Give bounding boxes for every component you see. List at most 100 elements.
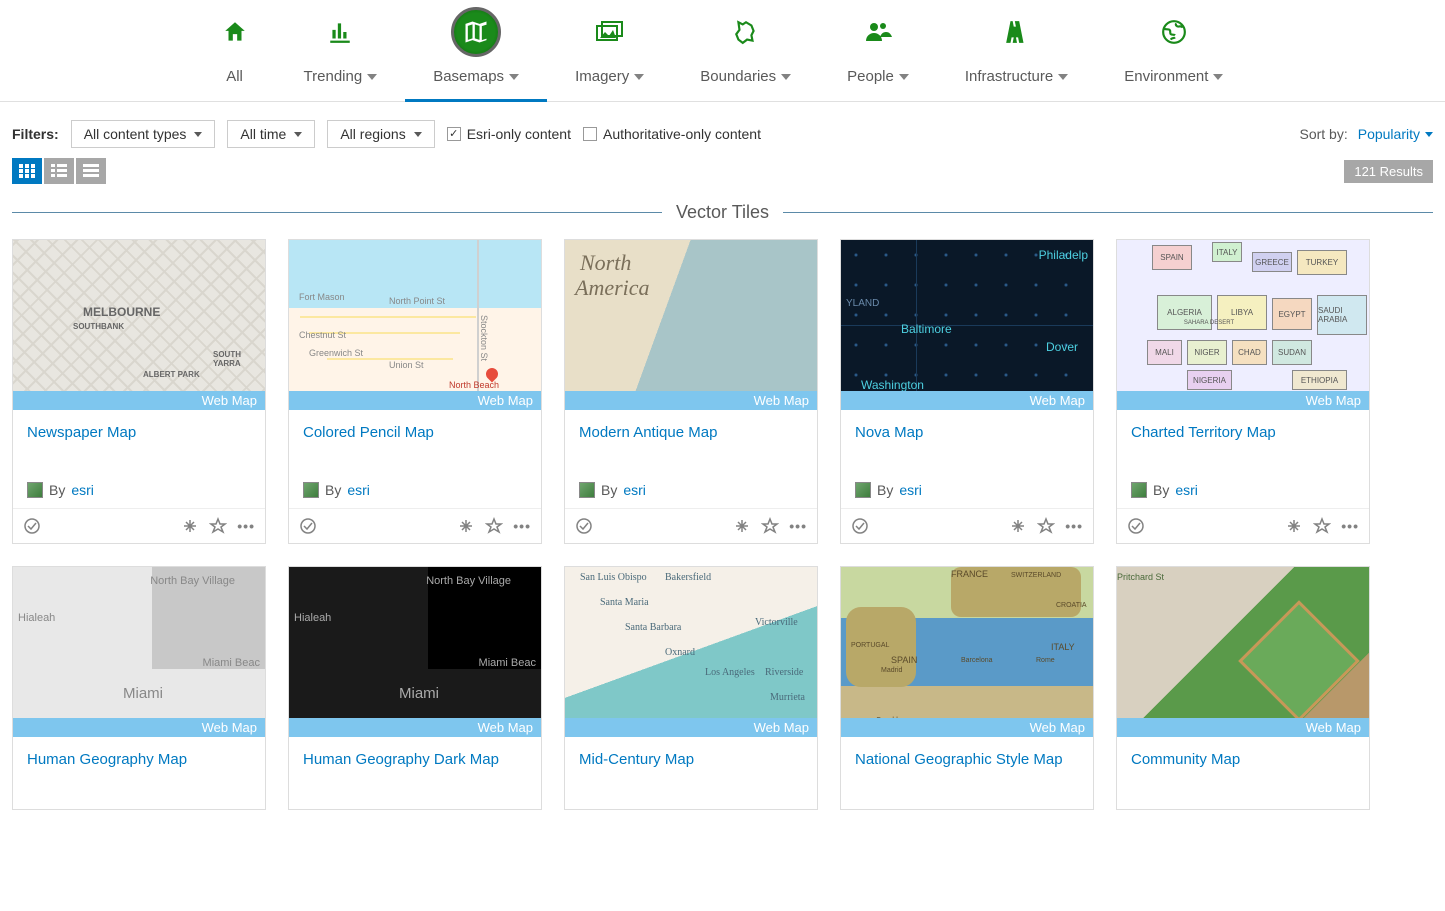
view-compact-button[interactable] [76,158,106,184]
card-title[interactable]: Nova Map [855,424,1079,441]
add-to-map-icon[interactable] [181,517,199,535]
card-thumbnail[interactable]: North Bay Village Hialeah Miami Beac Mia… [13,567,265,737]
card-thumbnail[interactable]: MELBOURNE SOUTHBANK SOUTH YARRA ALBERT P… [13,240,265,410]
checkbox-esri-only[interactable]: Esri-only content [447,126,571,142]
add-to-map-icon[interactable] [1285,517,1303,535]
view-toggle [12,158,106,184]
divider [783,212,1433,213]
card-title[interactable]: Charted Territory Map [1131,424,1355,441]
favorite-star-icon[interactable] [1313,517,1331,535]
more-options-icon[interactable]: ••• [513,518,531,534]
nav-boundaries[interactable]: Boundaries [672,10,819,101]
result-card: Philadelp YLAND Baltimore Dover Washingt… [840,239,1094,544]
authoritative-icon[interactable] [299,517,317,535]
filter-regions[interactable]: All regions [327,120,434,148]
card-title[interactable]: National Geographic Style Map [855,751,1079,768]
author-link[interactable]: esri [623,482,646,498]
nav-label: Trending [304,68,363,85]
result-card: Fort Mason North Point St Chestnut St Gr… [288,239,542,544]
card-thumbnail[interactable]: SPAIN ITALY GREECE TURKEY ALGERIA LIBYA … [1117,240,1369,410]
view-grid-button[interactable] [12,158,42,184]
nav-label: Basemaps [433,68,504,85]
filter-value: All time [240,126,286,142]
card-title[interactable]: Colored Pencil Map [303,424,527,441]
filter-time[interactable]: All time [227,120,315,148]
result-card: MELBOURNE SOUTHBANK SOUTH YARRA ALBERT P… [12,239,266,544]
card-thumbnail[interactable]: Pritchard St Web Map [1117,567,1369,737]
author-link[interactable]: esri [71,482,94,498]
card-thumbnail[interactable]: Fort Mason North Point St Chestnut St Gr… [289,240,541,410]
card-byline: By esri [289,482,541,508]
more-options-icon[interactable]: ••• [1065,518,1083,534]
card-title[interactable]: Mid-Century Map [579,751,803,768]
favorite-star-icon[interactable] [761,517,779,535]
authoritative-icon[interactable] [575,517,593,535]
filter-content-types[interactable]: All content types [71,120,216,148]
card-title[interactable]: Modern Antique Map [579,424,803,441]
by-label: By [601,482,617,498]
chevron-down-icon [294,132,302,137]
type-tag: Web Map [13,718,265,737]
card-title[interactable]: Human Geography Dark Map [303,751,527,768]
add-to-map-icon[interactable] [457,517,475,535]
nav-basemaps[interactable]: Basemaps [405,10,547,101]
grid-icon [19,164,35,178]
card-thumbnail[interactable]: FRANCE SWITZERLAND CROATIA PORTUGAL SPAI… [841,567,1093,737]
type-tag: Web Map [289,718,541,737]
home-icon [222,19,248,45]
nav-all[interactable]: All [194,10,276,101]
nav-infrastructure[interactable]: Infrastructure [937,10,1096,101]
chevron-down-icon [781,74,791,80]
author-link[interactable]: esri [899,482,922,498]
card-footer: ••• [1117,508,1369,543]
authoritative-icon[interactable] [851,517,869,535]
favorite-star-icon[interactable] [1037,517,1055,535]
chevron-down-icon [414,132,422,137]
card-thumbnail[interactable]: North America Web Map [565,240,817,410]
author-link[interactable]: esri [1175,482,1198,498]
nav-label: Infrastructure [965,68,1053,85]
results-grid: MELBOURNE SOUTHBANK SOUTH YARRA ALBERT P… [0,239,1445,810]
author-icon [27,482,43,498]
more-options-icon[interactable]: ••• [1341,518,1359,534]
card-title[interactable]: Newspaper Map [27,424,251,441]
nav-imagery[interactable]: Imagery [547,10,672,101]
nav-environment[interactable]: Environment [1096,10,1251,101]
author-icon [1131,482,1147,498]
nav-trending[interactable]: Trending [276,10,406,101]
card-title[interactable]: Human Geography Map [27,751,251,768]
card-thumbnail[interactable]: San Luis Obispo Bakersfield Santa Maria … [565,567,817,737]
card-thumbnail[interactable]: Philadelp YLAND Baltimore Dover Washingt… [841,240,1093,410]
add-to-map-icon[interactable] [1009,517,1027,535]
by-label: By [325,482,341,498]
authoritative-icon[interactable] [23,517,41,535]
checkbox-authoritative-only[interactable]: Authoritative-only content [583,126,761,142]
authoritative-icon[interactable] [1127,517,1145,535]
sort-value-text: Popularity [1358,126,1420,142]
card-title[interactable]: Community Map [1131,751,1355,768]
favorite-star-icon[interactable] [209,517,227,535]
type-tag: Web Map [565,391,817,410]
view-list-button[interactable] [44,158,74,184]
imagery-icon [596,21,624,43]
chevron-down-icon [1213,74,1223,80]
author-link[interactable]: esri [347,482,370,498]
nav-people[interactable]: People [819,10,937,101]
filter-value: All content types [84,126,187,142]
card-byline: By esri [1117,482,1369,508]
chevron-down-icon [367,74,377,80]
result-card: San Luis Obispo Bakersfield Santa Maria … [564,566,818,810]
more-options-icon[interactable]: ••• [237,518,255,534]
add-to-map-icon[interactable] [733,517,751,535]
result-card: North Bay Village Hialeah Miami Beac Mia… [12,566,266,810]
result-card: Pritchard St Web Map Community Map [1116,566,1370,810]
sort-select[interactable]: Popularity [1358,126,1433,142]
favorite-star-icon[interactable] [485,517,503,535]
card-thumbnail[interactable]: North Bay Village Hialeah Miami Beac Mia… [289,567,541,737]
card-byline: By esri [841,482,1093,508]
card-footer: ••• [289,508,541,543]
type-tag: Web Map [841,391,1093,410]
more-options-icon[interactable]: ••• [789,518,807,534]
nav-label: People [847,68,894,85]
by-label: By [877,482,893,498]
